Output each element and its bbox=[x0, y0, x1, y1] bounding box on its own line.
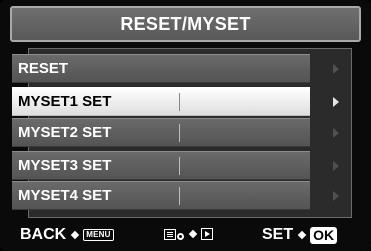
back-label: BACK bbox=[20, 226, 67, 243]
button-guide: BACK MENU SET OK bbox=[0, 220, 371, 251]
info-play-hint bbox=[164, 228, 213, 240]
menu-title: RESET/MYSET bbox=[10, 6, 361, 42]
menu-item-label: MYSET4 SET bbox=[18, 187, 112, 204]
menu-item-myset4-set[interactable]: MYSET4 SET bbox=[12, 181, 310, 210]
item-divider bbox=[179, 157, 180, 175]
ok-button-icon: OK bbox=[310, 226, 338, 244]
chevron-right-icon bbox=[333, 161, 339, 171]
item-divider bbox=[179, 93, 180, 111]
arrow-icon bbox=[188, 229, 198, 239]
chevron-right-icon bbox=[333, 191, 339, 201]
set-label: SET bbox=[262, 226, 294, 243]
camera-menu-screen: RESET/MYSET RESET MYSET1 SET MYSET2 SET … bbox=[0, 0, 371, 251]
playback-icon bbox=[201, 228, 213, 240]
arrow-icon bbox=[297, 230, 307, 240]
menu-button-icon: MENU bbox=[83, 229, 114, 241]
chevron-right-icon bbox=[333, 64, 339, 74]
chevron-right-icon bbox=[333, 97, 339, 107]
back-hint[interactable]: BACK MENU bbox=[20, 226, 114, 244]
menu-item-label: RESET bbox=[18, 60, 69, 77]
gear-icon bbox=[177, 233, 184, 240]
menu-item-myset2-set[interactable]: MYSET2 SET bbox=[12, 118, 310, 147]
menu-item-label: MYSET3 SET bbox=[18, 157, 112, 174]
menu-item-label: MYSET2 SET bbox=[18, 124, 112, 141]
item-divider bbox=[179, 187, 180, 205]
menu-item-label: MYSET1 SET bbox=[18, 93, 112, 110]
item-divider bbox=[179, 124, 180, 142]
chevron-right-icon bbox=[333, 128, 339, 138]
menu-item-reset[interactable]: RESET bbox=[12, 54, 310, 83]
set-hint[interactable]: SET OK bbox=[262, 226, 338, 244]
menu-item-myset1-set[interactable]: MYSET1 SET bbox=[12, 87, 310, 116]
menu-item-myset3-set[interactable]: MYSET3 SET bbox=[12, 151, 310, 180]
info-display-icon bbox=[164, 228, 176, 240]
menu-title-text: RESET/MYSET bbox=[120, 13, 251, 34]
arrow-icon bbox=[70, 230, 80, 240]
